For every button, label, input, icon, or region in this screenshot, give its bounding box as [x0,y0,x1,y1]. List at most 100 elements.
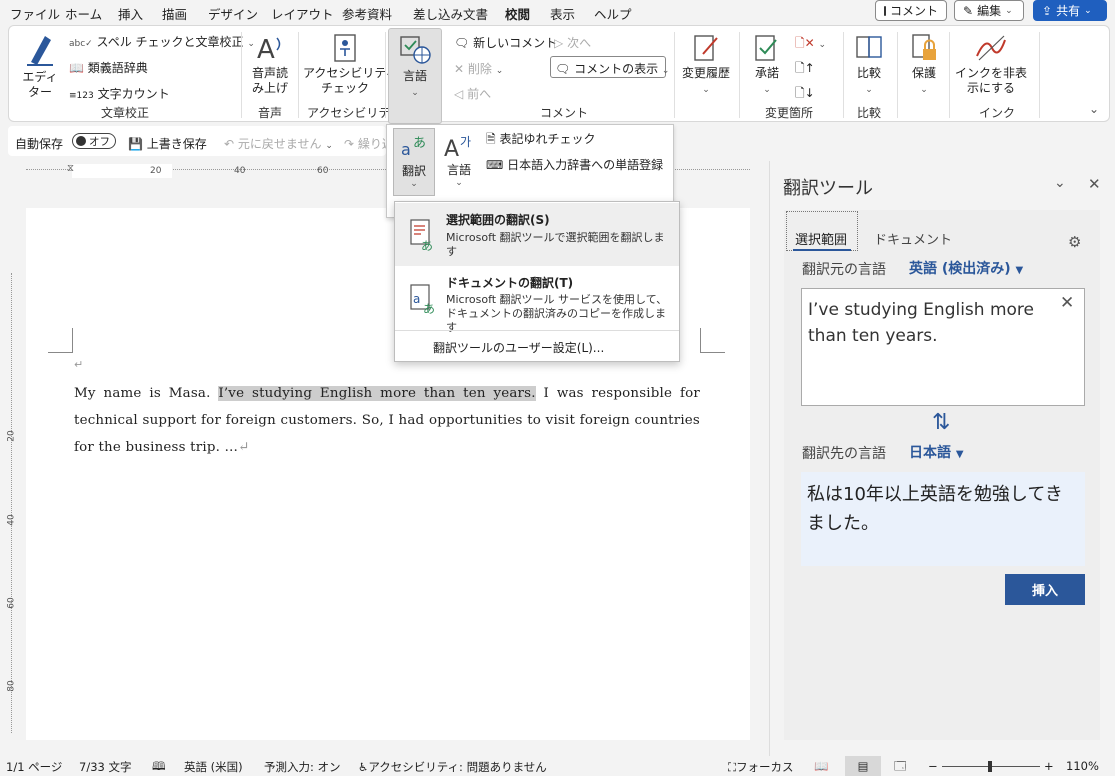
tab-references[interactable]: 参考資料 [342,4,392,23]
ruler-label: 20 [6,430,17,442]
target-language-select[interactable]: 日本語 ▼ [909,442,964,462]
text-predictions[interactable]: 予測入力: オン [264,759,341,775]
spellcheck-icon: abc✓ [69,39,93,49]
divider [843,32,844,118]
delete-comment-button[interactable]: ✕ 削除 ⌄ [454,60,503,77]
previous-comment-button[interactable]: ◁ 前へ [454,85,491,102]
accept-button[interactable]: 承諾 ⌄ [745,32,789,98]
undo-button[interactable]: ↶ 元に戻せません ⌄ [224,135,333,152]
compare-button[interactable]: 比較 ⌄ [847,32,891,98]
swap-languages-icon[interactable]: ⇅ [932,410,950,435]
translator-preferences-item[interactable]: 翻訳ツールのユーザー設定(L)... [395,331,679,361]
language-submenu-button[interactable]: A가 言語 ⌄ [441,132,477,188]
web-layout-icon[interactable]: 🗔 [894,759,906,776]
undo-icon: ↶ [224,137,235,151]
next-change-icon: 🗋↓ [795,86,815,100]
group-label-comments: コメント [540,106,589,120]
tab-review[interactable]: 校閲 [505,4,531,28]
hide-ink-button[interactable]: インクを非表 示にする [953,32,1029,96]
gear-icon[interactable]: ⚙ [1068,233,1081,251]
new-comment-button[interactable]: 🗨 新しいコメント [454,34,557,51]
divider [298,32,299,118]
spelling-button[interactable]: abc✓ スペル チェックと文章校正 ⌄ [69,33,255,50]
accessibility-status[interactable]: ♿アクセシビリティ: 問題ありません [358,759,547,775]
focus-button[interactable]: ⛶フォーカス [728,759,794,775]
accessibility-icon: ♿ [358,760,369,774]
tab-file[interactable]: ファイル [10,4,60,23]
next-comment-button[interactable]: ▷ 次へ [554,34,591,51]
tab-insert[interactable]: 挿入 [118,4,143,23]
language-icon [400,36,431,64]
language-button[interactable]: 言語 ⌄ [388,28,442,124]
tab-draw[interactable]: 描画 [162,4,187,23]
word-count-button[interactable]: ≡123 文字カウント [69,85,170,102]
editing-button[interactable]: ✎ 編集 ⌄ [954,0,1024,21]
tab-selection[interactable]: 選択範囲 [786,211,858,251]
editor-button[interactable]: エディ ター [17,32,63,100]
comments-button[interactable]: コメント [875,0,947,21]
comment-icon [884,5,886,16]
protect-button[interactable]: 保護 ⌄ [902,32,946,98]
tab-view[interactable]: 表示 [550,4,575,23]
consistency-check-item[interactable]: 🗎 表記ゆれチェック [486,130,596,151]
proofing-icon[interactable]: 🕮 [152,759,166,776]
save-icon: 💾 [128,137,143,151]
source-language-select[interactable]: 英語 (検出済み) ▼ [909,258,1023,278]
tab-document[interactable]: ドキュメント [874,229,952,248]
tab-mailings[interactable]: 差し込み文書 [413,4,488,23]
clear-icon[interactable]: ✕ [1060,293,1074,313]
ruler-label: 40 [6,514,17,526]
group-label-ink: インク [979,106,1016,120]
source-text-box[interactable]: I’ve studying English more than ten year… [801,288,1085,406]
zoom-level[interactable]: 110% [1066,759,1099,773]
close-icon[interactable]: ✕ [1088,175,1101,193]
chevron-down-icon[interactable]: ⌄ [1054,175,1066,191]
print-layout-icon[interactable]: ▤ [845,756,881,776]
tab-layout[interactable]: レイアウト [271,4,334,23]
translate-submenu: あ 選択範囲の翻訳(S) Microsoft 翻訳ツールで選択範囲を翻訳します … [394,201,680,362]
previous-change-button[interactable]: 🗋↑ [795,59,815,80]
divider [1039,32,1040,118]
indent-marker[interactable]: ⧖ [67,163,74,174]
redo-icon: ↷ [344,137,355,151]
translate-document-item[interactable]: aあ ドキュメントの翻訳(T) Microsoft 翻訳ツール サービスを使用し… [395,266,679,334]
tab-home[interactable]: ホーム [65,4,102,23]
word-count[interactable]: 7/33 文字 [79,759,131,775]
crop-mark [700,328,725,353]
next-icon: ▷ [554,36,564,50]
zoom-in-icon[interactable]: + [1044,759,1054,773]
translate-selection-item[interactable]: あ 選択範囲の翻訳(S) Microsoft 翻訳ツールで選択範囲を翻訳します [395,203,679,266]
page-count[interactable]: 1/1 ページ [6,759,62,775]
tab-design[interactable]: デザイン [208,4,258,23]
autosave-toggle[interactable]: オフ [72,133,116,149]
read-aloud-button[interactable]: A 音声読 み上げ [247,32,293,96]
show-comments-button[interactable]: 🗨 コメントの表示 ⌄ [550,56,669,78]
document-body[interactable]: My name is Masa. I’ve studying English m… [74,380,700,461]
ribbon-expand-icon[interactable]: ⌄ [1089,102,1099,116]
translate-button[interactable]: aあ 翻訳 ⌄ [393,128,435,196]
translation-output: 私は10年以上英語を勉強してきました。 [801,472,1085,566]
new-comment-icon: 🗨 [454,36,470,50]
language-status[interactable]: 英語 (米国) [184,759,243,775]
tab-help[interactable]: ヘルプ [594,4,632,23]
previous-change-icon: 🗋↑ [795,61,815,75]
share-button[interactable]: ⇪ 共有 ⌄ [1033,0,1107,21]
divider [674,32,675,118]
zoom-slider-thumb[interactable] [988,761,992,772]
book-icon: 📖 [69,61,84,75]
save-button[interactable]: 💾 上書き保存 [128,135,207,152]
selected-text[interactable]: I’ve studying English more than ten year… [218,386,536,401]
svg-text:a: a [413,292,420,306]
next-change-button[interactable]: 🗋↓ [795,84,815,105]
insert-button[interactable]: 挿入 [1005,574,1085,605]
comment-icon: 🗨 [555,62,571,76]
accessibility-check-button[interactable]: アクセシビリティ チェック [303,32,398,96]
thesaurus-button[interactable]: 📖 類義語辞典 [69,59,148,76]
ime-register-item[interactable]: ⌨ 日本語入力辞書への単語登録 [486,156,663,173]
keyboard-icon: ⌨ [486,158,504,172]
editor-icon [27,36,53,66]
read-mode-icon[interactable]: 📖 [814,759,828,773]
reject-button[interactable]: 🗋✕ ⌄ [795,34,826,55]
zoom-out-icon[interactable]: − [928,759,938,773]
track-changes-button[interactable]: 変更履歴 ⌄ [677,32,735,98]
